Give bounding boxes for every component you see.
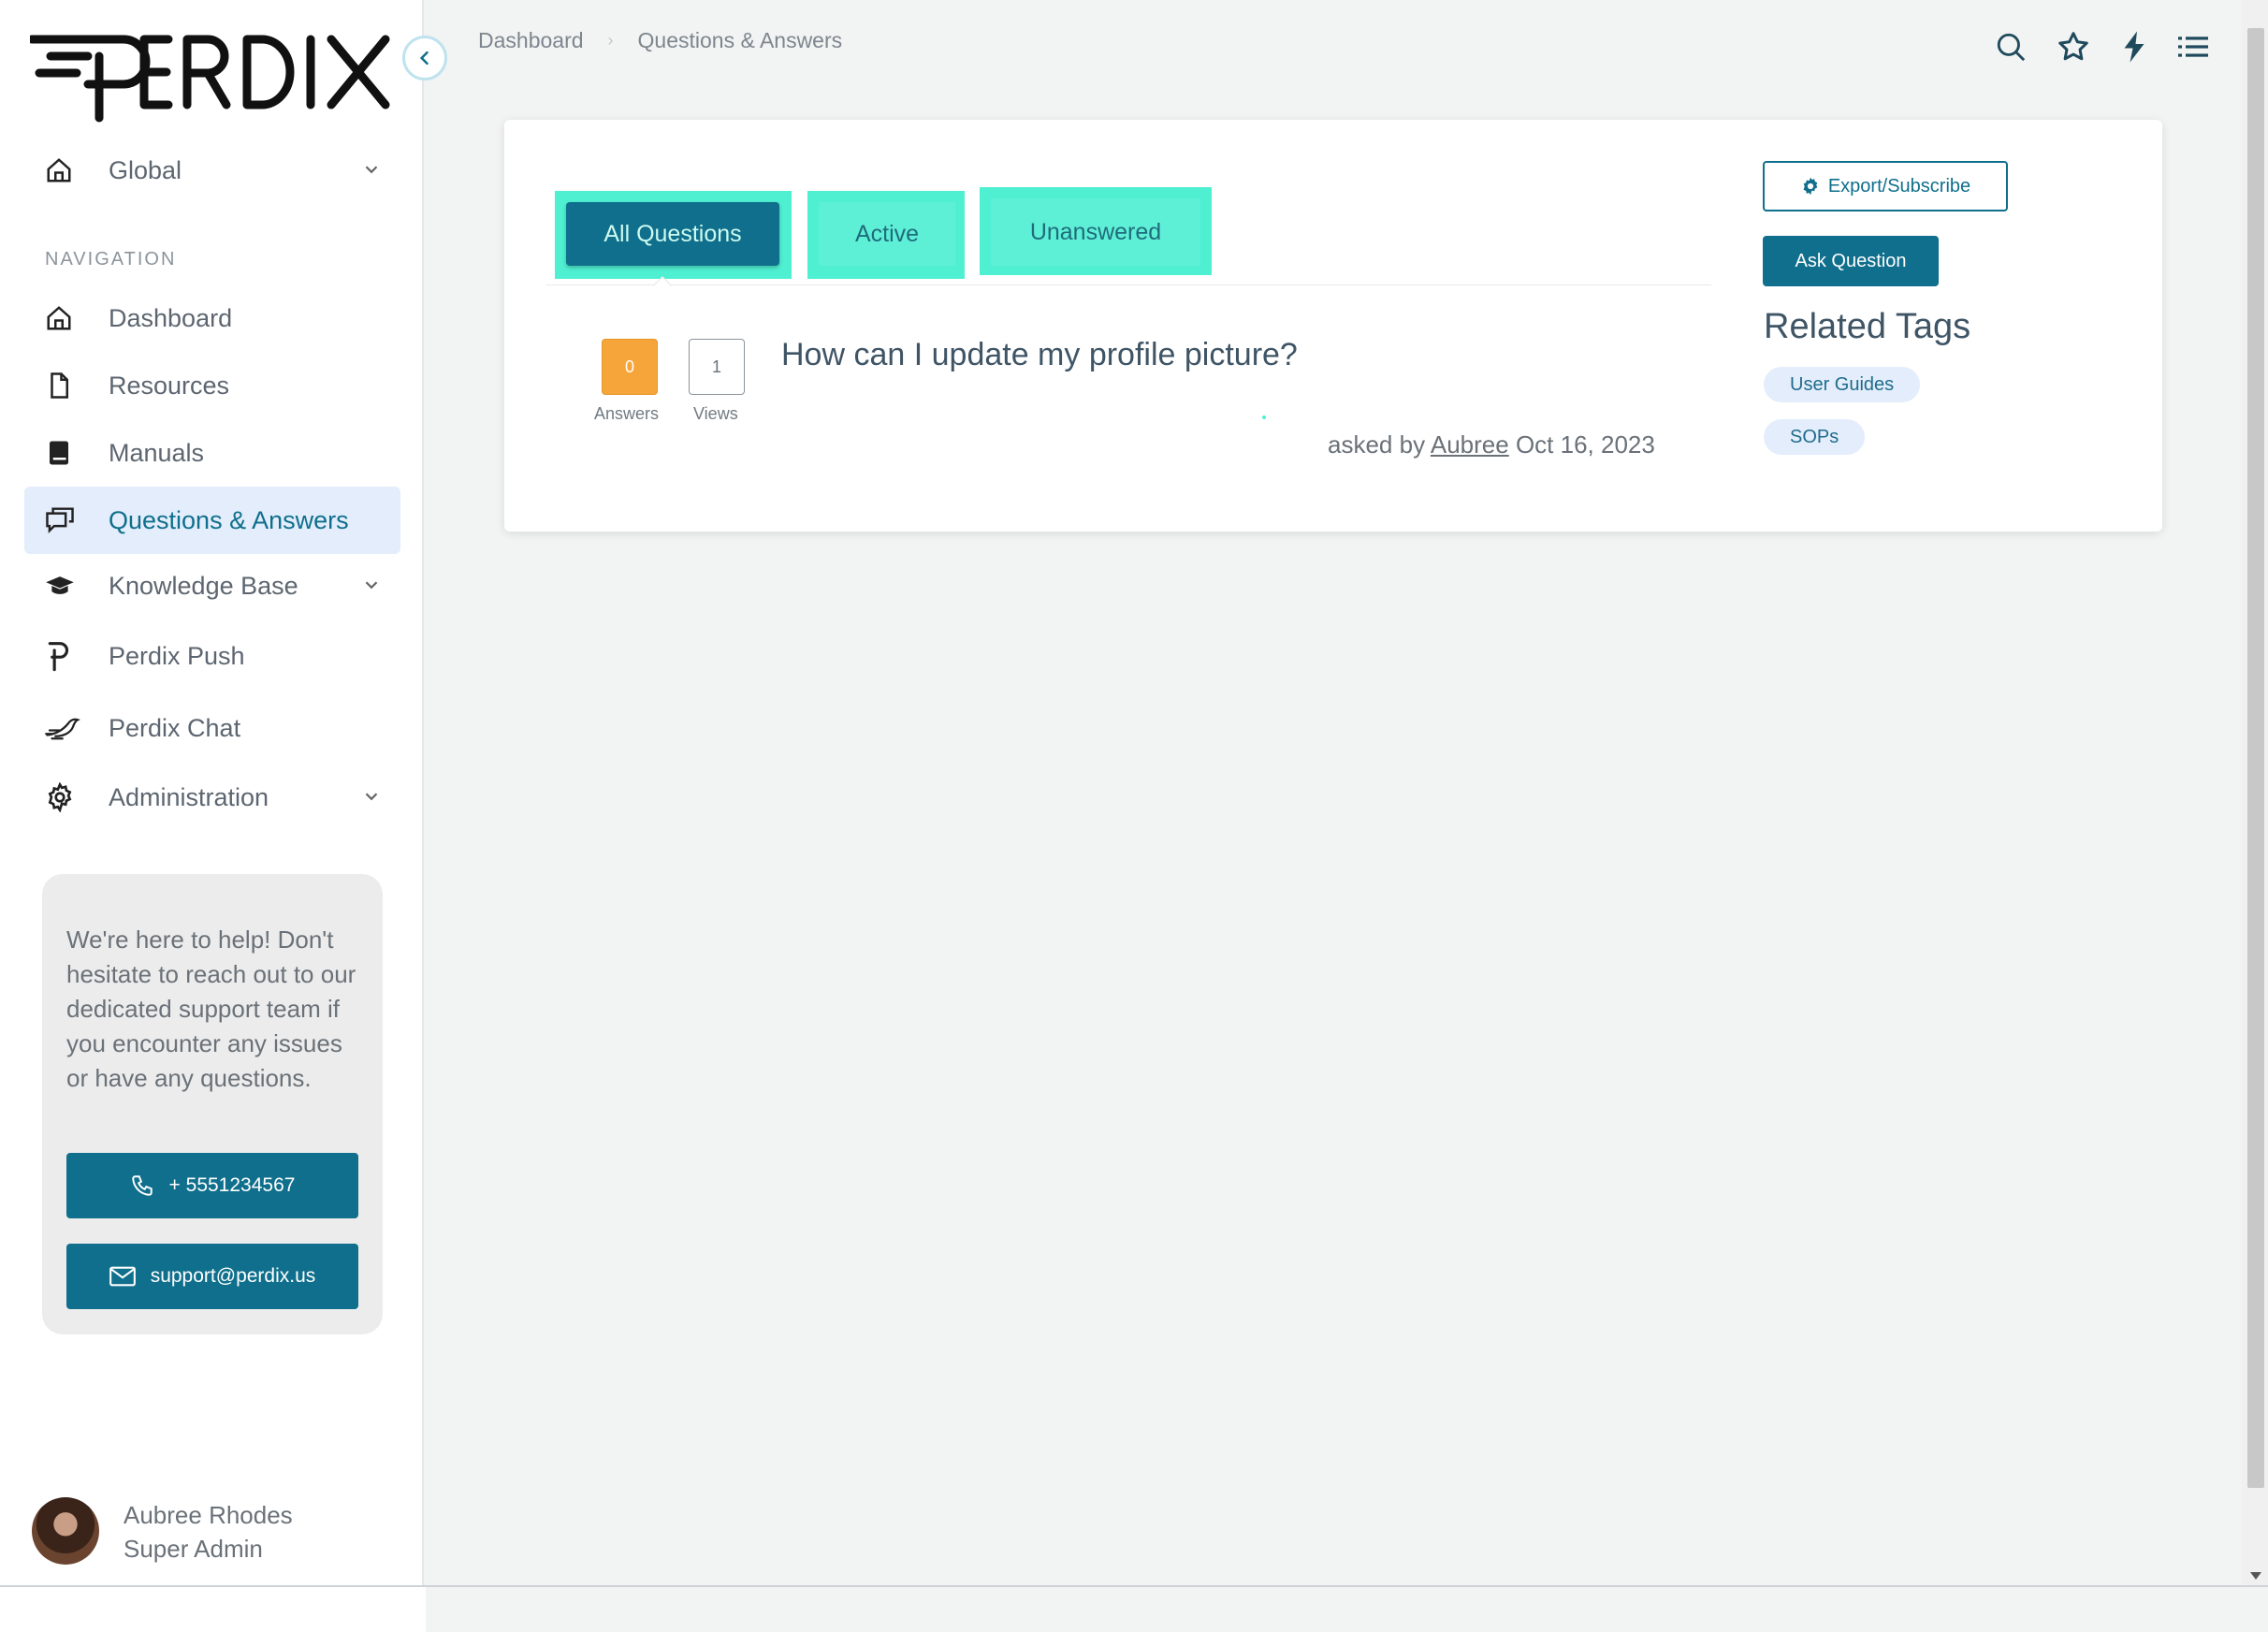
- related-tags-heading: Related Tags: [1764, 307, 1971, 346]
- sidebar-item-knowledge-base[interactable]: Knowledge Base: [24, 552, 400, 619]
- support-email-label: support@perdix.us: [150, 1265, 316, 1287]
- answers-label: Answers: [594, 404, 660, 423]
- author-link[interactable]: Aubree: [1431, 430, 1509, 459]
- chevron-left-icon: [419, 51, 429, 66]
- support-phone-button[interactable]: + 5551234567: [66, 1153, 358, 1218]
- support-text: We're here to help! Don't hesitate to re…: [66, 925, 356, 1092]
- gear-icon: [24, 782, 86, 812]
- tab-divider: [545, 284, 1711, 285]
- chevron-down-icon: [361, 786, 382, 811]
- phone-icon: [131, 1175, 153, 1196]
- chat-icon: [24, 506, 86, 534]
- scroll-down-arrow-icon[interactable]: [2250, 1572, 2261, 1580]
- tab-pointer: [653, 276, 672, 295]
- questions-card: All Questions Active Unanswered 0 Answer…: [504, 120, 2162, 532]
- graduation-cap-icon: [24, 572, 86, 600]
- workspace-selector[interactable]: Global: [24, 137, 400, 204]
- tab-all-questions[interactable]: All Questions: [566, 202, 779, 266]
- tag-user-guides[interactable]: User Guides: [1764, 367, 1921, 402]
- sidebar-item-label: Perdix Push: [109, 641, 245, 670]
- sidebar-item-manuals[interactable]: Manuals: [24, 419, 400, 487]
- home-icon: [24, 156, 86, 184]
- question-meta: asked by Aubree Oct 16, 2023: [1328, 430, 1655, 459]
- sidebar-collapse-button[interactable]: [402, 36, 447, 80]
- book-icon: [24, 439, 86, 467]
- user-name: Aubree Rhodes: [124, 1501, 293, 1529]
- top-toolbar: [1965, 30, 2208, 64]
- sidebar-item-label: Dashboard: [109, 303, 233, 332]
- sidebar-item-label: Perdix Chat: [109, 713, 241, 742]
- cursor-dot: [1262, 415, 1266, 419]
- sidebar-item-label: Knowledge Base: [109, 571, 298, 600]
- vertical-scrollbar[interactable]: [2242, 0, 2268, 1585]
- sidebar-item-perdix-chat[interactable]: Perdix Chat: [24, 694, 400, 762]
- tag-sops[interactable]: SOPs: [1764, 419, 1866, 455]
- chevron-down-icon: [361, 575, 382, 600]
- home-icon: [24, 304, 86, 332]
- views-label: Views: [693, 404, 738, 423]
- sidebar-item-questions-answers[interactable]: Questions & Answers: [24, 487, 400, 554]
- breadcrumb-separator-icon: ›: [607, 31, 614, 50]
- sidebar-item-label: Questions & Answers: [109, 505, 349, 534]
- question-date: Oct 16, 2023: [1515, 430, 1655, 459]
- views-count: 1: [689, 339, 745, 395]
- bottom-edge: [0, 1585, 2268, 1632]
- sidebar-item-label: Administration: [109, 782, 269, 811]
- user-profile[interactable]: Aubree Rhodes Super Admin: [32, 1497, 406, 1565]
- export-subscribe-label: Export/Subscribe: [1827, 175, 1971, 197]
- bird-icon: [24, 714, 86, 742]
- workspace-label: Global: [109, 155, 182, 184]
- perdix-p-icon: [24, 640, 86, 672]
- bottom-edge-content: [426, 1587, 2268, 1632]
- sidebar-item-label: Manuals: [109, 438, 205, 467]
- search-icon[interactable]: [1995, 31, 2027, 63]
- sidebar-item-label: Resources: [109, 371, 230, 400]
- breadcrumb-current: Questions & Answers: [637, 28, 843, 52]
- tab-active[interactable]: Active: [819, 202, 955, 266]
- tab-unanswered[interactable]: Unanswered: [991, 198, 1200, 266]
- star-icon[interactable]: [2057, 30, 2090, 64]
- sidebar-item-administration[interactable]: Administration: [24, 764, 400, 831]
- nav-heading: NAVIGATION: [45, 249, 177, 270]
- avatar: [32, 1497, 99, 1565]
- question-title[interactable]: How can I update my profile picture?: [781, 337, 1298, 373]
- bolt-icon[interactable]: [2120, 30, 2148, 64]
- support-email-button[interactable]: support@perdix.us: [66, 1244, 358, 1309]
- sidebar-item-resources[interactable]: Resources: [24, 352, 400, 419]
- answers-count: 0: [602, 339, 658, 395]
- perdix-logo[interactable]: [30, 28, 395, 125]
- list-icon[interactable]: [2178, 33, 2208, 61]
- sidebar: Global NAVIGATION Dashboard Resources Ma…: [0, 0, 424, 1585]
- file-icon: [24, 372, 86, 400]
- support-card: We're here to help! Don't hesitate to re…: [42, 874, 383, 1334]
- support-phone-label: + 5551234567: [168, 1174, 296, 1196]
- sidebar-item-perdix-push[interactable]: Perdix Push: [24, 622, 400, 690]
- asked-prefix: asked by: [1328, 430, 1426, 459]
- export-subscribe-button[interactable]: Export/Subscribe: [1763, 161, 2008, 211]
- breadcrumb: Dashboard › Questions & Answers: [478, 28, 842, 53]
- breadcrumb-dashboard[interactable]: Dashboard: [478, 28, 584, 53]
- mail-icon: [109, 1266, 136, 1287]
- user-role: Super Admin: [124, 1535, 263, 1563]
- chevron-down-icon: [361, 159, 382, 184]
- sidebar-item-dashboard[interactable]: Dashboard: [24, 284, 400, 352]
- gear-icon: [1803, 177, 1818, 196]
- ask-question-button[interactable]: Ask Question: [1763, 236, 1939, 286]
- scrollbar-thumb[interactable]: [2247, 28, 2264, 1488]
